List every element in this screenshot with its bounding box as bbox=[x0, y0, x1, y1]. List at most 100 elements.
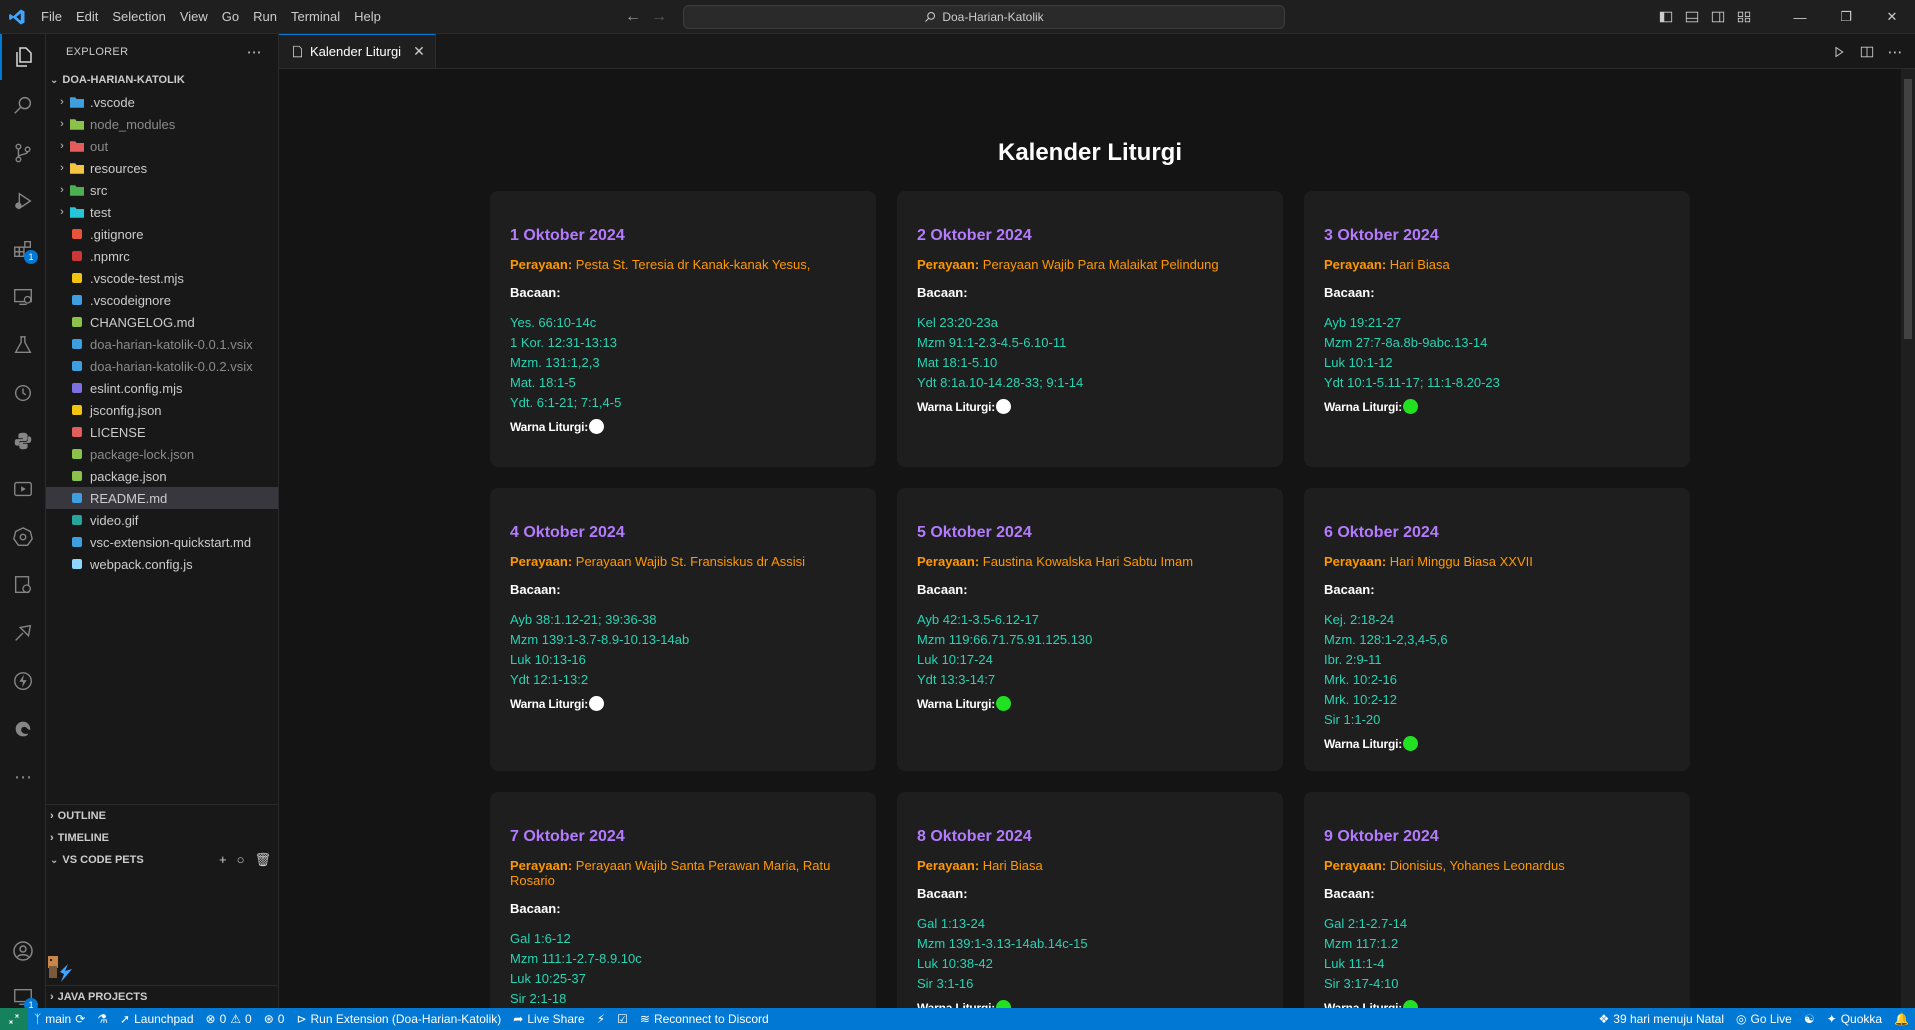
search-icon[interactable] bbox=[0, 82, 46, 128]
java-projects-header[interactable]: › JAVA PROJECTS bbox=[46, 986, 279, 1008]
close-window-button[interactable]: ✕ bbox=[1869, 0, 1915, 34]
file-item[interactable]: video.gif bbox=[46, 509, 278, 531]
problems-status[interactable]: ⊗ 0 ⚠ 0 bbox=[200, 1012, 258, 1026]
delete-pet-icon[interactable]: 🗑 bbox=[254, 852, 271, 868]
changelog-icon bbox=[70, 315, 84, 329]
reading-item: Mzm 139:1-3.7-8.9-10.13-14ab bbox=[510, 632, 690, 647]
file-item[interactable]: LICENSE bbox=[46, 421, 278, 443]
reading-item: Ayb 19:21-27 bbox=[1324, 315, 1402, 330]
file-item[interactable]: .vscode-test.mjs bbox=[46, 267, 278, 289]
file-item[interactable]: .npmrc bbox=[46, 245, 278, 267]
more-views-icon[interactable]: ⋯ bbox=[0, 754, 46, 800]
file-item[interactable]: CHANGELOG.md bbox=[46, 311, 278, 333]
ports-status[interactable]: ⊛ 0 bbox=[258, 1012, 291, 1026]
outline-section[interactable]: › OUTLINE bbox=[46, 805, 279, 827]
file-item[interactable]: doa-harian-katolik-0.0.1.vsix bbox=[46, 333, 278, 355]
more-actions-icon[interactable]: ⋯ bbox=[1883, 43, 1907, 61]
file-item[interactable]: webpack.config.js bbox=[46, 553, 278, 575]
remote-indicator-icon[interactable] bbox=[0, 1008, 28, 1030]
natal-countdown-status[interactable]: ❖ 39 hari menuju Natal bbox=[1593, 1012, 1731, 1026]
quokka-status[interactable]: ✦ Quokka bbox=[1821, 1012, 1888, 1026]
lightning-icon[interactable] bbox=[0, 658, 46, 704]
run-debug-icon[interactable] bbox=[0, 178, 46, 224]
webpack-icon bbox=[70, 557, 84, 571]
folder-item[interactable]: › src bbox=[46, 179, 278, 201]
folder-item[interactable]: › test bbox=[46, 201, 278, 223]
file-item[interactable]: eslint.config.mjs bbox=[46, 377, 278, 399]
menu-edit[interactable]: Edit bbox=[69, 0, 105, 34]
source-control-icon[interactable] bbox=[0, 130, 46, 176]
pets-section[interactable]: ⌄ VS CODE PETS + ○ 🗑 bbox=[46, 849, 279, 871]
timeline-icon[interactable] bbox=[0, 370, 46, 416]
sync-icon[interactable]: ⟳ bbox=[75, 1012, 85, 1026]
explorer-icon[interactable] bbox=[0, 34, 46, 80]
run-icon[interactable] bbox=[1827, 46, 1851, 58]
back-arrow-icon[interactable]: ← bbox=[625, 8, 641, 26]
scroll-thumb[interactable] bbox=[1904, 79, 1912, 339]
shield-check-icon[interactable]: ☑ bbox=[611, 1012, 634, 1026]
reading-item: Luk 10:25-37 bbox=[510, 971, 586, 986]
folder-item[interactable]: › .vscode bbox=[46, 91, 278, 113]
card-date: 3 Oktober 2024 bbox=[1324, 227, 1439, 244]
liturgical-color-dot bbox=[1403, 736, 1419, 751]
folder-item[interactable]: › out bbox=[46, 135, 278, 157]
throw-ball-icon[interactable]: ○ bbox=[237, 852, 245, 868]
timeline-section[interactable]: › TIMELINE bbox=[46, 827, 279, 849]
thunder-client-icon[interactable] bbox=[0, 610, 46, 656]
edge-tools-icon[interactable] bbox=[0, 706, 46, 752]
folder-item[interactable]: › resources bbox=[46, 157, 278, 179]
thunder-icon[interactable]: ⚡ bbox=[591, 1012, 611, 1026]
minimize-button[interactable]: — bbox=[1777, 0, 1823, 34]
restore-button[interactable]: ❐ bbox=[1823, 0, 1869, 34]
close-icon[interactable]: ✕ bbox=[413, 43, 425, 60]
menu-view[interactable]: View bbox=[173, 0, 215, 34]
toggle-primary-sidebar-icon[interactable] bbox=[1653, 0, 1679, 34]
toggle-secondary-sidebar-icon[interactable] bbox=[1705, 0, 1731, 34]
menu-file[interactable]: File bbox=[34, 0, 69, 34]
discord-status[interactable]: ≋ Reconnect to Discord bbox=[634, 1012, 775, 1026]
file-item[interactable]: jsconfig.json bbox=[46, 399, 278, 421]
menu-selection[interactable]: Selection bbox=[105, 0, 172, 34]
menu-run[interactable]: Run bbox=[246, 0, 284, 34]
java-projects-section[interactable]: › JAVA PROJECTS bbox=[46, 985, 279, 1008]
notifications-bell-icon[interactable]: 🔔 bbox=[1888, 1012, 1915, 1026]
video-icon[interactable] bbox=[0, 466, 46, 512]
database-client-icon[interactable] bbox=[0, 562, 46, 608]
run-extension-status[interactable]: ⊳ Run Extension (Doa-Harian-Katolik) bbox=[290, 1012, 507, 1026]
go-live-status[interactable]: ◎ Go Live bbox=[1730, 1012, 1798, 1026]
folder-item[interactable]: › node_modules bbox=[46, 113, 278, 135]
menu-help[interactable]: Help bbox=[347, 0, 388, 34]
launchpad-status[interactable]: ➚ Launchpad bbox=[114, 1012, 199, 1026]
more-actions-icon[interactable]: ⋯ bbox=[247, 43, 262, 61]
file-item[interactable]: package-lock.json bbox=[46, 443, 278, 465]
menu-go[interactable]: Go bbox=[215, 0, 246, 34]
file-item[interactable]: vsc-extension-quickstart.md bbox=[46, 531, 278, 553]
extensions-icon[interactable]: 1 bbox=[0, 226, 46, 272]
branch-status[interactable]: ᛉ main ⟳ bbox=[28, 1012, 91, 1026]
remote-explorer-icon[interactable] bbox=[0, 274, 46, 320]
liturgical-color-label: Warna Liturgi: bbox=[510, 419, 589, 434]
forward-arrow-icon[interactable]: → bbox=[651, 8, 667, 26]
pet-sprite-icon[interactable] bbox=[46, 952, 80, 986]
file-item[interactable]: README.md bbox=[46, 487, 278, 509]
workspace-root[interactable]: ⌄ DOA-HARIAN-KATOLIK bbox=[46, 69, 278, 91]
kubernetes-icon[interactable] bbox=[0, 514, 46, 560]
toggle-panel-icon[interactable] bbox=[1679, 0, 1705, 34]
live-share-status[interactable]: ➦ Live Share bbox=[507, 1012, 590, 1026]
menu-terminal[interactable]: Terminal bbox=[284, 0, 347, 34]
tab-kalender-liturgi[interactable]: Kalender Liturgi ✕ bbox=[279, 34, 436, 68]
scrollbar[interactable] bbox=[1901, 69, 1915, 1008]
split-editor-icon[interactable] bbox=[1855, 45, 1879, 59]
accounts-icon[interactable] bbox=[0, 928, 46, 974]
python-icon[interactable] bbox=[0, 418, 46, 464]
customize-layout-icon[interactable] bbox=[1731, 0, 1757, 34]
copilot-icon[interactable]: ☯ bbox=[1798, 1012, 1821, 1026]
file-item[interactable]: .gitignore bbox=[46, 223, 278, 245]
git-graph-icon[interactable]: ⚗ bbox=[91, 1012, 114, 1026]
command-center-search[interactable]: Doa-Harian-Katolik bbox=[683, 5, 1285, 29]
file-item[interactable]: package.json bbox=[46, 465, 278, 487]
file-item[interactable]: doa-harian-katolik-0.0.2.vsix bbox=[46, 355, 278, 377]
add-pet-icon[interactable]: + bbox=[219, 852, 227, 868]
testing-icon[interactable] bbox=[0, 322, 46, 368]
file-item[interactable]: .vscodeignore bbox=[46, 289, 278, 311]
